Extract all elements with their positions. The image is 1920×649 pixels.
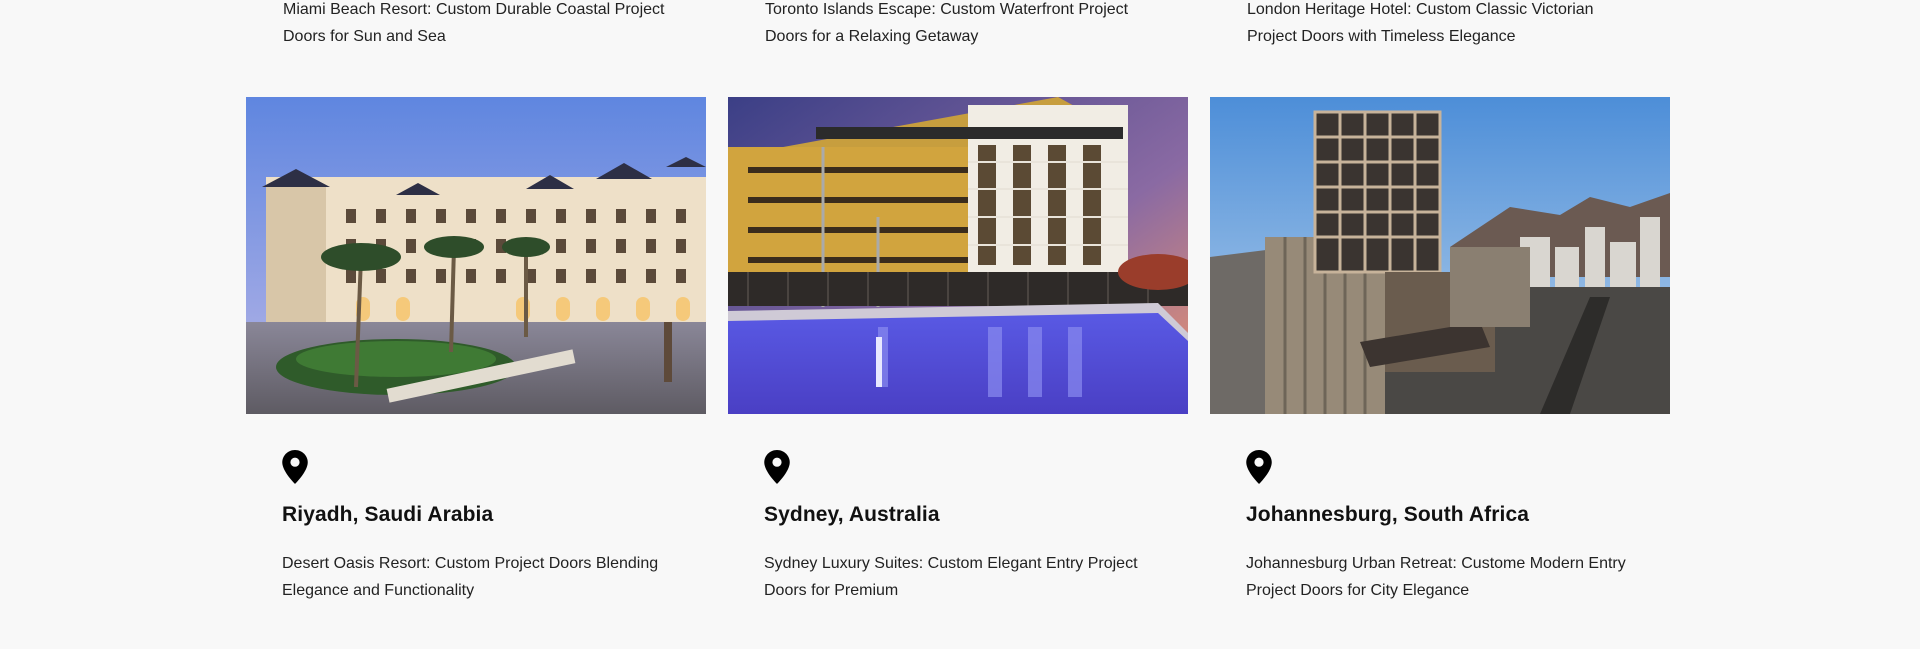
project-image-johannesburg[interactable] — [1210, 97, 1670, 414]
project-description-london: London Heritage Hotel: Custom Classic Vi… — [1247, 1, 1594, 45]
project-description-miami: Miami Beach Resort: Custom Durable Coast… — [283, 1, 665, 45]
card-title[interactable]: Sydney, Australia — [764, 503, 940, 527]
card-title[interactable]: Johannesburg, South Africa — [1246, 503, 1529, 527]
card-title[interactable]: Riyadh, Saudi Arabia — [282, 503, 493, 527]
projects-gallery: Miami Beach Resort: Custom Durable Coast… — [0, 0, 1920, 649]
project-image-sydney[interactable] — [728, 97, 1188, 414]
project-image-riyadh[interactable] — [246, 97, 706, 414]
map-pin-icon — [764, 450, 790, 484]
project-card-sydney[interactable]: Sydney, Australia Sydney Luxury Suites: … — [728, 97, 1188, 599]
project-card-johannesburg[interactable]: Johannesburg, South Africa Johannesburg … — [1210, 97, 1670, 599]
card-description: Desert Oasis Resort: Custom Project Door… — [282, 555, 659, 599]
card-description: Sydney Luxury Suites: Custom Elegant Ent… — [764, 555, 1138, 599]
map-pin-icon — [282, 450, 308, 484]
project-card-riyadh[interactable]: Riyadh, Saudi Arabia Desert Oasis Resort… — [246, 97, 706, 599]
card-description: Johannesburg Urban Retreat: Custome Mode… — [1246, 555, 1626, 599]
project-description-toronto: Toronto Islands Escape: Custom Waterfron… — [765, 1, 1129, 45]
map-pin-icon — [1246, 450, 1272, 484]
